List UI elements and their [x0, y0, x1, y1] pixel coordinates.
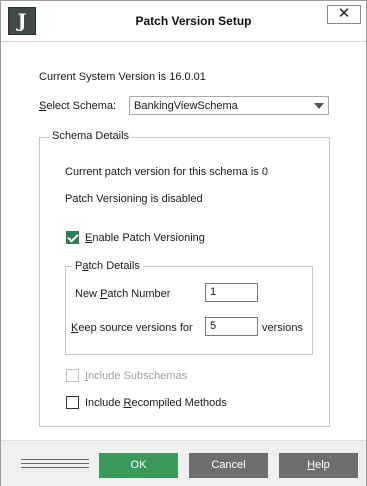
versions-suffix-label: versions [262, 322, 303, 334]
select-schema-label: Select Schema: [39, 100, 117, 112]
keep-source-versions-input[interactable]: 5 [205, 317, 258, 336]
include-recompiled-methods-label[interactable]: Include Recompiled Methods [85, 397, 227, 409]
dialog-title: Patch Version Setup [135, 14, 252, 28]
keep-source-versions-label: Keep source versions for [71, 322, 193, 334]
enable-patch-versioning-checkbox[interactable] [66, 231, 79, 244]
patch-details-legend: Patch Details [72, 260, 143, 272]
new-patch-number-label: New Patch Number [75, 288, 171, 300]
system-version-text: Current System Version is 16.0.01 [39, 71, 206, 83]
title-bar: J Patch Version Setup ✕ [1, 1, 366, 42]
chevron-down-icon[interactable] [314, 103, 324, 109]
close-button[interactable]: ✕ [327, 5, 361, 24]
patch-details-group [65, 266, 313, 355]
help-button[interactable]: Help [279, 453, 358, 478]
patch-version-setup-dialog: J Patch Version Setup ✕ Current System V… [0, 0, 367, 486]
dialog-footer: OK Cancel Help [1, 440, 366, 486]
cancel-button[interactable]: Cancel [189, 453, 268, 478]
include-subschemas-checkbox[interactable] [66, 369, 79, 382]
schema-select[interactable]: BankingViewSchema [129, 96, 329, 115]
close-icon: ✕ [337, 5, 351, 22]
enable-patch-versioning-label[interactable]: Enable Patch Versioning [85, 232, 205, 244]
schema-select-value: BankingViewSchema [134, 100, 238, 112]
resize-grip-icon [21, 459, 89, 471]
ok-button[interactable]: OK [99, 453, 178, 478]
current-patch-version-text: Current patch version for this schema is… [65, 166, 268, 178]
include-subschemas-label: Include Subschemas [85, 370, 188, 382]
include-recompiled-methods-checkbox[interactable] [66, 396, 79, 409]
app-logo-icon: J [8, 7, 36, 35]
new-patch-number-input[interactable]: 1 [205, 283, 258, 302]
schema-details-legend: Schema Details [49, 130, 133, 142]
dialog-content: Current System Version is 16.0.01 Select… [1, 42, 366, 440]
patch-versioning-status-text: Patch Versioning is disabled [65, 193, 203, 205]
